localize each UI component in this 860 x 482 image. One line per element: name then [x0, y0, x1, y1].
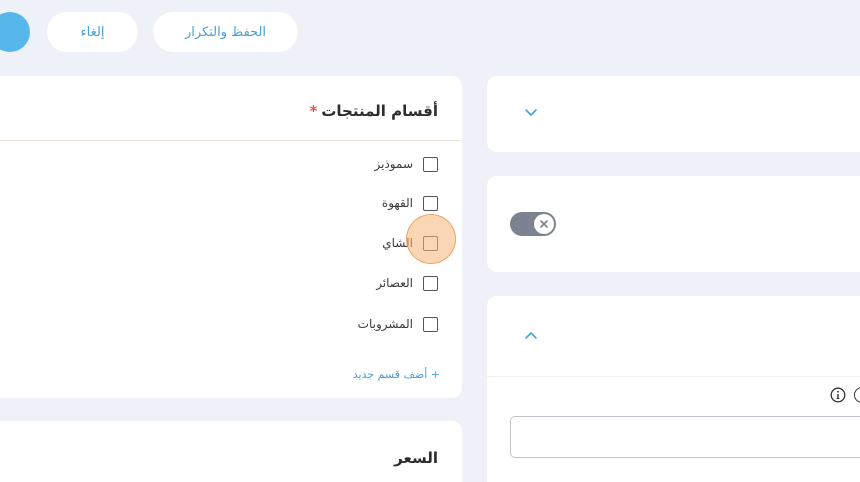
price-title: السعر	[394, 449, 438, 467]
text-field[interactable]	[510, 416, 860, 458]
primary-button[interactable]	[0, 12, 30, 52]
chevron-up-icon[interactable]	[523, 328, 539, 344]
categories-title: أقسام المنتجات*	[309, 102, 438, 120]
category-checkbox[interactable]	[423, 275, 438, 291]
required-mark: *	[309, 102, 318, 120]
add-category-link[interactable]: + أضف قسم جديد	[353, 368, 440, 381]
category-label: الشاي	[382, 236, 413, 250]
toggle-switch[interactable]	[510, 212, 556, 236]
categories-divider	[0, 140, 462, 141]
category-label: المشروبات	[357, 317, 413, 331]
category-item[interactable]: الشاي	[382, 233, 438, 253]
cancel-label: إلغاء	[80, 24, 105, 40]
category-label: القهوة	[381, 196, 413, 210]
category-checkbox[interactable]	[423, 235, 438, 251]
category-checkbox[interactable]	[423, 195, 438, 211]
category-item[interactable]: المشروبات	[358, 314, 438, 334]
category-item[interactable]: سموذيز	[374, 154, 438, 174]
save-and-repeat-button[interactable]: الحفظ والتكرار	[153, 12, 298, 52]
save-and-repeat-label: الحفظ والتكرار	[184, 24, 267, 40]
close-icon	[540, 220, 548, 228]
cancel-button[interactable]: إلغاء	[47, 12, 138, 52]
category-checkbox[interactable]	[423, 316, 438, 332]
category-label: سموذيز	[374, 157, 414, 171]
categories-title-text: أقسام المنتجات	[321, 102, 438, 120]
category-item[interactable]: العصائر	[376, 273, 438, 293]
info-icon[interactable]	[830, 387, 846, 403]
category-label: العصائر	[376, 276, 413, 290]
collapsed-section-card	[487, 76, 860, 152]
section-divider	[487, 376, 860, 377]
chevron-down-icon[interactable]	[523, 104, 539, 120]
category-checkbox[interactable]	[423, 156, 438, 172]
product-categories-card: أقسام المنتجات* سموذيز القهوة الشاي العص…	[0, 76, 462, 398]
price-card: السعر	[0, 421, 462, 482]
toggle-knob	[534, 214, 554, 234]
category-item[interactable]: القهوة	[382, 193, 438, 213]
